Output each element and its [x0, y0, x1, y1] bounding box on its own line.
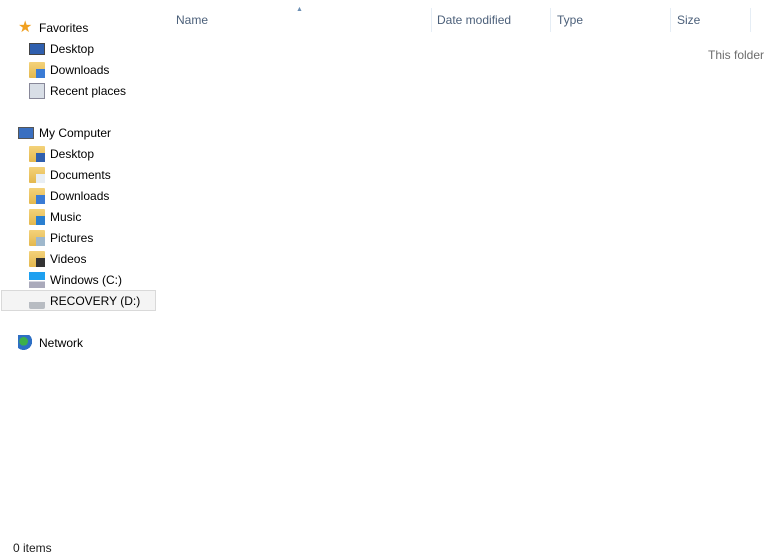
desktop-icon: [29, 42, 45, 55]
column-label: Name: [176, 13, 209, 27]
status-item-count: 0 items: [13, 541, 52, 555]
navigation-pane: ★ Favorites Desktop Downloads Recent plac…: [0, 0, 160, 552]
computer-icon: [18, 126, 34, 139]
nav-label: RECOVERY (D:): [50, 293, 141, 308]
videos-folder-icon: [29, 250, 45, 267]
music-folder-icon: [29, 208, 45, 225]
nav-network[interactable]: Network: [18, 332, 83, 353]
nav-pc-downloads[interactable]: Downloads: [29, 185, 109, 206]
nav-fav-desktop[interactable]: Desktop: [29, 38, 94, 59]
column-divider[interactable]: [750, 8, 751, 32]
network-icon: [18, 334, 34, 351]
column-label: Type: [557, 13, 584, 27]
column-header-date-modified[interactable]: Date modified: [432, 8, 550, 32]
nav-pc-pictures[interactable]: Pictures: [29, 227, 93, 248]
nav-pc-desktop[interactable]: Desktop: [29, 143, 94, 164]
nav-my-computer[interactable]: My Computer: [18, 122, 111, 143]
column-header-type[interactable]: Type: [551, 8, 669, 32]
nav-label: Desktop: [50, 146, 95, 161]
nav-label: Favorites: [39, 20, 89, 35]
column-header-size[interactable]: Size: [671, 8, 750, 32]
nav-label: Downloads: [50, 62, 110, 77]
nav-pc-documents[interactable]: Documents: [29, 164, 111, 185]
windows-drive-icon: [29, 271, 45, 288]
nav-label: Network: [39, 335, 84, 350]
nav-pc-windows-c[interactable]: Windows (C:): [29, 269, 122, 290]
nav-pc-music[interactable]: Music: [29, 206, 81, 227]
desktop-folder-icon: [29, 145, 45, 162]
nav-label: Documents: [50, 167, 111, 182]
nav-label: Music: [50, 209, 82, 224]
nav-favorites[interactable]: ★ Favorites: [18, 17, 88, 38]
nav-pc-videos[interactable]: Videos: [29, 248, 86, 269]
pictures-folder-icon: [29, 229, 45, 246]
nav-pc-recovery-d[interactable]: RECOVERY (D:): [1, 290, 156, 311]
nav-label: Recent places: [50, 83, 127, 98]
nav-label: My Computer: [39, 125, 112, 140]
empty-folder-message: This folder: [708, 48, 765, 62]
nav-label: Pictures: [50, 230, 94, 245]
column-header-name[interactable]: Name: [170, 8, 430, 32]
nav-label: Windows (C:): [50, 272, 123, 287]
downloads-folder-icon: [29, 187, 45, 204]
recent-places-icon: [29, 82, 45, 99]
column-label: Size: [677, 13, 701, 27]
documents-folder-icon: [29, 166, 45, 183]
column-label: Date modified: [437, 13, 512, 27]
nav-label: Videos: [50, 251, 87, 266]
star-icon: ★: [18, 18, 33, 36]
nav-label: Downloads: [50, 188, 110, 203]
nav-fav-recent-places[interactable]: Recent places: [29, 80, 126, 101]
downloads-folder-icon: [29, 61, 45, 78]
drive-icon: [29, 292, 45, 309]
nav-fav-downloads[interactable]: Downloads: [29, 59, 109, 80]
nav-label: Desktop: [50, 41, 95, 56]
